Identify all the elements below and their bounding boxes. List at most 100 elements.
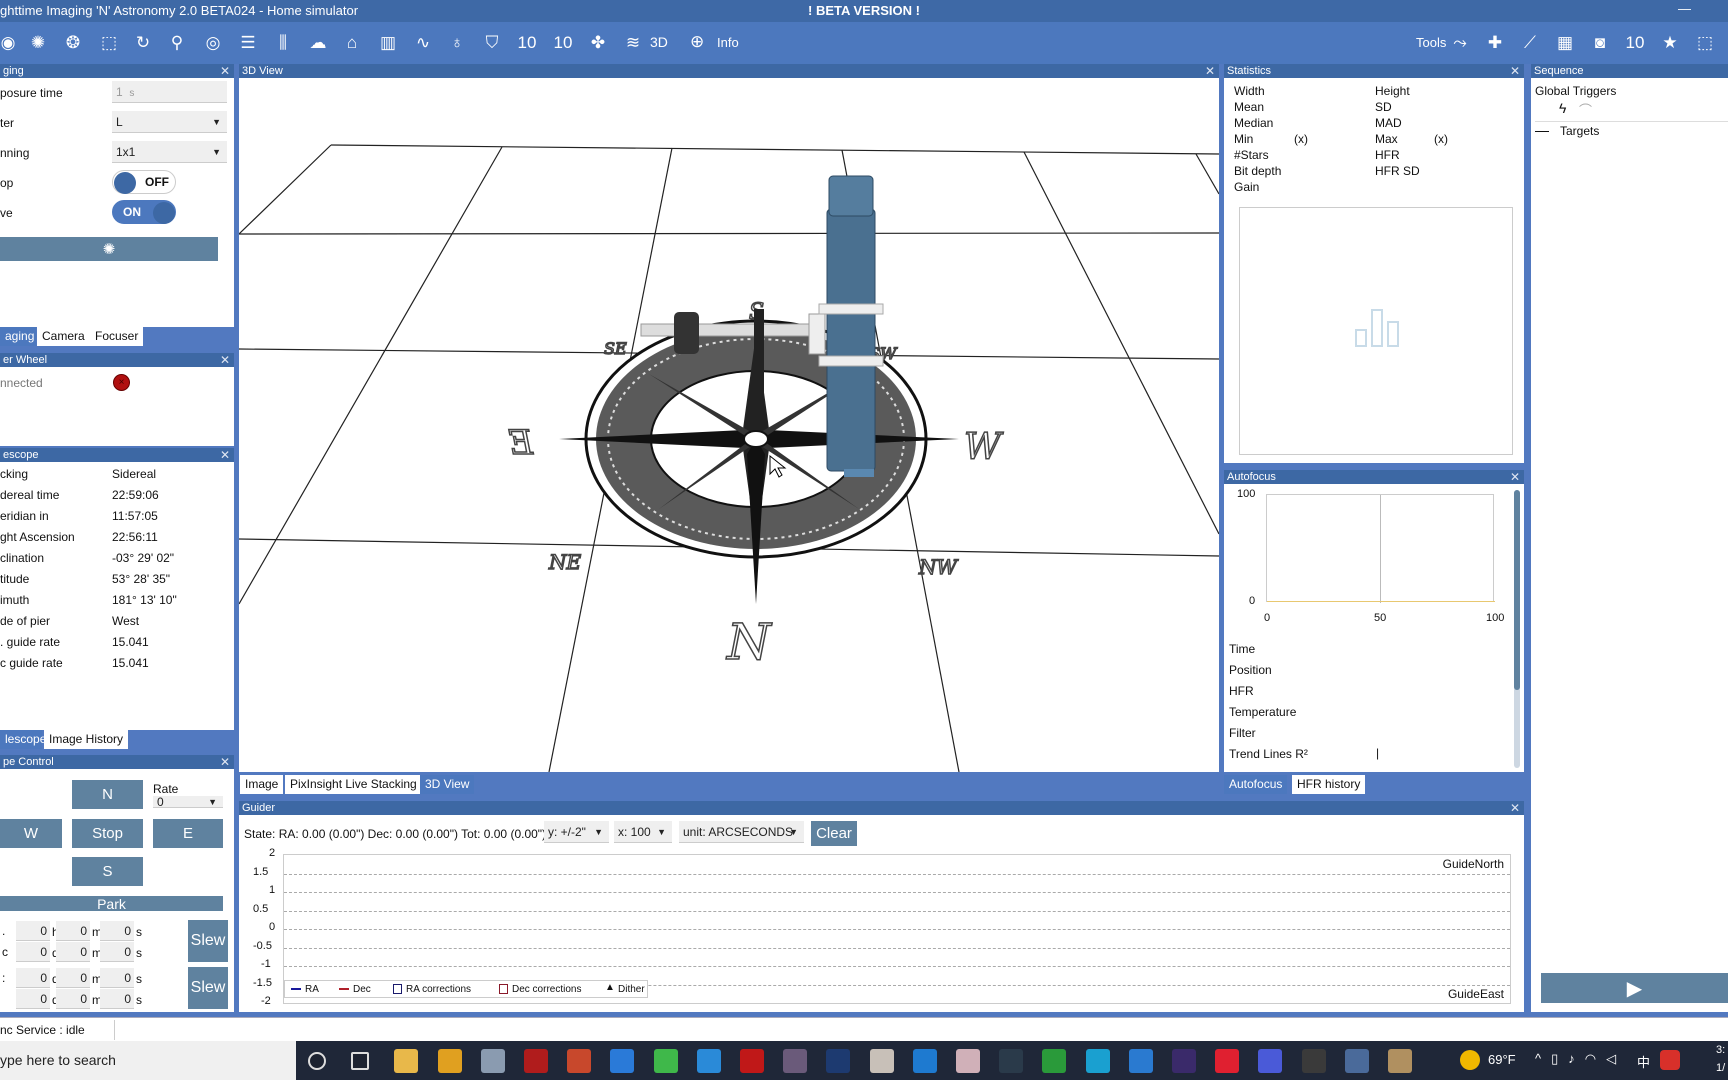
- hfr-graph-icon[interactable]: ∿: [411, 31, 435, 55]
- file-explorer-icon[interactable]: [394, 1049, 419, 1073]
- photoshop-icon[interactable]: [826, 1049, 851, 1073]
- binning-select[interactable]: 1x1 ▼: [112, 141, 227, 163]
- guider-icon[interactable]: ◎: [201, 31, 225, 55]
- filter-select[interactable]: L ▼: [112, 111, 227, 133]
- teamviewer-icon[interactable]: [912, 1049, 937, 1073]
- statistics-bars-icon[interactable]: ▥: [376, 31, 400, 55]
- coord-input[interactable]: 0: [16, 989, 50, 1009]
- tab-pixinsight[interactable]: PixInsight Live Stacking: [285, 775, 422, 794]
- tab-camera[interactable]: Camera: [37, 327, 90, 346]
- scrollbar[interactable]: [1514, 490, 1520, 768]
- star-icon[interactable]: ★: [1658, 31, 1682, 55]
- clear-button[interactable]: Clear: [811, 821, 857, 846]
- coord-input[interactable]: 0: [16, 968, 50, 988]
- focus-frame-icon[interactable]: ⬚: [97, 31, 121, 55]
- target-icon[interactable]: ⊕: [690, 32, 704, 52]
- sogou-icon[interactable]: [1660, 1050, 1680, 1070]
- frame-icon[interactable]: ◙: [1588, 31, 1612, 55]
- polar-align-icon[interactable]: ⤳: [1448, 31, 1472, 55]
- stop-button[interactable]: Stop: [72, 819, 143, 848]
- 3d-scene[interactable]: N E W S NE NW SE SW: [239, 78, 1219, 772]
- park-button[interactable]: Park: [0, 896, 223, 911]
- south-button[interactable]: S: [72, 857, 143, 886]
- tab-focuser[interactable]: Focuser: [90, 327, 144, 346]
- coord-input[interactable]: 0: [100, 942, 134, 962]
- close-icon[interactable]: ✕: [220, 755, 230, 769]
- ten-micron-tool-icon[interactable]: 10: [1623, 31, 1647, 55]
- stellarium-icon[interactable]: [1172, 1049, 1196, 1073]
- weather-sun-icon[interactable]: [1460, 1050, 1480, 1070]
- filezilla-icon[interactable]: [524, 1049, 548, 1073]
- tray-icons[interactable]: ^▯♪◠◁: [1535, 1051, 1626, 1067]
- rotator-icon[interactable]: ↻: [131, 31, 155, 55]
- anydesk-icon[interactable]: [1215, 1049, 1240, 1073]
- app-icon[interactable]: [783, 1049, 808, 1073]
- coord-input[interactable]: 0: [16, 942, 50, 962]
- cortana-icon[interactable]: [308, 1052, 326, 1070]
- close-icon[interactable]: ✕: [220, 353, 230, 367]
- layers-icon[interactable]: ≋: [621, 31, 645, 55]
- shield-icon[interactable]: ⛉: [480, 31, 504, 55]
- calculator-icon[interactable]: ▦: [1553, 31, 1577, 55]
- tab-3d-view[interactable]: 3D View: [420, 775, 475, 794]
- loop-toggle[interactable]: OFF: [112, 170, 176, 194]
- ie-icon[interactable]: [696, 1049, 721, 1073]
- coord-input[interactable]: 0: [56, 989, 90, 1009]
- rate-select[interactable]: 0 ▼: [153, 796, 223, 808]
- dome-icon[interactable]: ⌂: [340, 31, 364, 55]
- clock-date[interactable]: 1/: [1716, 1062, 1725, 1074]
- tab-image-history[interactable]: Image History: [44, 730, 129, 749]
- coord-input[interactable]: 0: [56, 968, 90, 988]
- weather-temp[interactable]: 69°F: [1488, 1052, 1516, 1067]
- tab-autofocus[interactable]: Autofocus: [1224, 775, 1288, 794]
- flash-icon[interactable]: [740, 1049, 764, 1073]
- ten-micron-2-icon[interactable]: 10: [551, 31, 575, 55]
- wand-icon[interactable]: ⟋: [1518, 31, 1542, 55]
- close-icon[interactable]: ✕: [1510, 64, 1520, 78]
- edge-icon[interactable]: [1085, 1049, 1110, 1073]
- coord-input[interactable]: 0: [100, 921, 134, 941]
- meridian-flip-icon[interactable]: ⌒: [1579, 100, 1592, 119]
- ten-micron-icon[interactable]: 10: [515, 31, 539, 55]
- bulb-icon[interactable]: ♁: [445, 31, 469, 55]
- tab-imaging[interactable]: aging: [0, 327, 36, 346]
- capture-button[interactable]: ✺: [0, 237, 218, 261]
- app-icon[interactable]: [869, 1049, 894, 1073]
- sequence-list-icon[interactable]: ☰: [236, 31, 260, 55]
- unit-select[interactable]: unit: ARCSECONDS ▼: [679, 821, 804, 843]
- close-icon[interactable]: ✕: [1510, 470, 1520, 484]
- telescope-icon[interactable]: ⚲: [165, 31, 189, 55]
- coord-input[interactable]: 0: [100, 989, 134, 1009]
- obs-icon[interactable]: [1301, 1049, 1326, 1073]
- lightning-icon[interactable]: ϟ: [1559, 100, 1566, 116]
- x-range-select[interactable]: x: 100 ▼: [614, 821, 672, 843]
- app-icon[interactable]: [956, 1049, 980, 1073]
- close-icon[interactable]: ✕: [1205, 64, 1215, 78]
- east-button[interactable]: E: [153, 819, 223, 848]
- clock-time[interactable]: 3:: [1716, 1044, 1725, 1056]
- minimize-button[interactable]: —: [1678, 1, 1691, 16]
- disconnected-icon[interactable]: ×: [113, 374, 130, 391]
- coord-input[interactable]: 0: [56, 942, 90, 962]
- y-range-select[interactable]: y: +/-2" ▼: [544, 821, 609, 843]
- equipment-sliders-icon[interactable]: ⫼: [271, 31, 295, 55]
- plugin-puzzle-icon[interactable]: ✤: [586, 31, 610, 55]
- targets-item[interactable]: Targets: [1560, 124, 1599, 138]
- live-toggle[interactable]: ON: [112, 200, 176, 224]
- app-blue-icon[interactable]: [1258, 1049, 1283, 1073]
- 3d-view-button[interactable]: 3D: [650, 34, 668, 50]
- close-icon[interactable]: ✕: [1510, 801, 1520, 815]
- close-icon[interactable]: ✕: [220, 448, 230, 462]
- app-red-icon[interactable]: [567, 1049, 592, 1073]
- wechat-icon[interactable]: [653, 1049, 678, 1073]
- lightroom-icon[interactable]: [999, 1049, 1024, 1073]
- autofocus-frame-icon[interactable]: ⬚: [1693, 31, 1717, 55]
- coord-input[interactable]: 0: [100, 968, 134, 988]
- tab-hfr-history[interactable]: HFR history: [1292, 775, 1366, 794]
- ime-indicator[interactable]: 中: [1637, 1052, 1650, 1071]
- vs-icon[interactable]: [610, 1049, 635, 1073]
- taskbar-search-box[interactable]: ype here to search: [0, 1041, 296, 1080]
- chrome-icon[interactable]: [437, 1049, 462, 1073]
- tab-telescope[interactable]: lescope: [0, 730, 46, 749]
- start-sequence-button[interactable]: ▶: [1541, 973, 1728, 1003]
